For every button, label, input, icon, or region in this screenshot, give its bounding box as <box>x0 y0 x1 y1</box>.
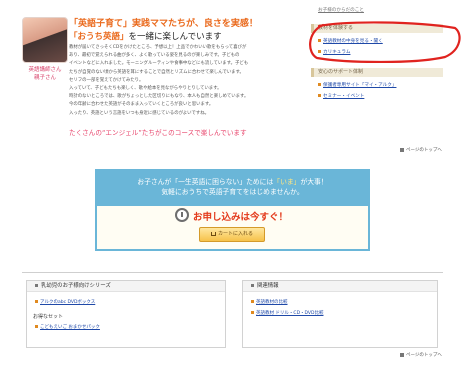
sidebar-partial-label: お子様のからだのこと <box>318 8 364 13</box>
bullet-icon <box>251 311 254 314</box>
page-top-label: ページのトップへ <box>406 353 442 358</box>
value-pack-link-label: こどもえいご おまかせパック <box>40 325 100 330</box>
intro-sub-rest: を一緒に楽しんでいます <box>128 32 222 42</box>
testimonial-body: 教材が届いてさっそくCDをかけたところ、予想以上！上品でかわいい歌をもらって喜び… <box>69 44 281 118</box>
cta-line-2: 気軽におうちで英語子育てをはじめませんか。 <box>161 188 304 196</box>
sidebar-link-myalc-label: 保護者専用サイト「マイ・アルク」 <box>323 83 397 88</box>
testimonial-line: セリフの一部を覚えてかけてみたり。 <box>69 77 144 83</box>
mother-child-photo <box>22 17 68 63</box>
dvd-box-link[interactable]: アルクのabc DVDボックス <box>35 299 95 305</box>
angels-note: たくさんの“エンジェル”たちがこのコースで楽しんでいます <box>69 129 247 137</box>
cta-line-1-post: が大事！ <box>300 178 328 186</box>
add-to-cart-label: カートに入れる <box>217 231 253 237</box>
signup-cta-box: お子さんが「一生英語に困らない」ためには「いま」が大事！ 気軽におうちで英語子育… <box>95 169 370 251</box>
cta-title: お申し込みは今すぐ！ <box>193 212 289 223</box>
bullet-icon <box>35 284 38 287</box>
compare-drill-link-label: 英語教材 ドリル・CD・DVD比較 <box>256 311 324 316</box>
series-box-header: 乳幼児のお子様向けシリーズ <box>27 281 225 292</box>
compare-materials-link-label: 英語教材の比較 <box>256 300 288 305</box>
cta-line-1-emphasis: 「いま」 <box>273 178 301 186</box>
intro-sub-highlight: 「おうち英語」 <box>69 32 129 42</box>
bullet-icon <box>35 300 38 303</box>
photo-caption-line-1: 英語講師さん <box>28 67 62 73</box>
bullet-icon <box>35 325 38 328</box>
page-top-link[interactable]: ページのトップへ <box>400 352 442 358</box>
clock-icon <box>175 208 189 222</box>
value-pack-link[interactable]: こどもえいご おまかせパック <box>35 324 100 330</box>
cta-line-1-pre: お子さんが「一生英語に困らない」ためには <box>137 178 274 186</box>
photo-caption: 英語講師さん 親子さん <box>14 66 76 82</box>
bullet-icon <box>251 300 254 303</box>
red-annotation-circle <box>309 21 461 63</box>
cart-icon <box>210 231 216 236</box>
compare-materials-link[interactable]: 英語教材の比較 <box>251 299 288 305</box>
sidebar-support-header: 安心のサポート体制 <box>311 68 443 77</box>
bullet-icon <box>318 94 321 97</box>
testimonial-line: イベントなどに入れました。モーニングルーティンや食事中などにも流しています。子ど… <box>69 61 249 67</box>
add-to-cart-button[interactable]: カートに入れる <box>199 227 265 242</box>
related-info-box: 関連情報 英語教材の比較 英語教材 ドリル・CD・DVD比較 <box>242 280 438 348</box>
photo-caption-line-2: 親子さん <box>33 75 56 81</box>
testimonial-line: 教材が届いてさっそくCDをかけたところ、予想以上！上品でかわいい歌をもらって喜び… <box>69 45 247 50</box>
sidebar-link-myalc[interactable]: 保護者専用サイト「マイ・アルク」 <box>318 82 396 88</box>
bullet-icon <box>251 284 254 287</box>
arrow-up-icon <box>400 147 404 152</box>
dvd-box-link-label: アルクのabc DVDボックス <box>40 300 96 305</box>
related-info-header: 関連情報 <box>243 281 437 292</box>
testimonial-line: たちが自覚のない頃から英語を耳にすることで自然とリズムに合わせて楽しんでいます。 <box>69 69 244 75</box>
compare-drill-link[interactable]: 英語教材 ドリル・CD・DVD比較 <box>251 310 323 316</box>
intro-subheading: 「おうち英語」を一緒に楽しんでいます <box>69 30 222 42</box>
bullet-icon <box>318 83 321 86</box>
sidebar-link-seminar-label: セミナー・イベント <box>323 94 365 99</box>
testimonial-line: あり、最初で覚えられる曲が多く、よく歌っている姿を見るのが楽しみです。子どもの <box>69 53 240 59</box>
sidebar-link-seminar[interactable]: セミナー・イベント <box>318 93 364 99</box>
related-info-title: 関連情報 <box>257 283 279 289</box>
page-top-label: ページのトップへ <box>406 148 442 153</box>
testimonial-line: 今の年齢に合わせた英語がそのまま入っていくところが良いと思います。 <box>69 102 214 108</box>
section-divider <box>22 272 443 273</box>
sidebar-partial-link[interactable]: お子様のからだのこと <box>318 7 364 13</box>
cta-banner: お子さんが「一生英語に困らない」ためには「いま」が大事！ 気軽におうちで英語子育… <box>97 171 368 206</box>
arrow-up-icon <box>400 352 404 357</box>
series-box-title: 乳幼児のお子様向けシリーズ <box>41 283 111 289</box>
page-top-link[interactable]: ページのトップへ <box>400 147 442 153</box>
cta-line-1: お子さんが「一生英語に困らない」ためには「いま」が大事！ <box>97 177 368 187</box>
testimonial-line: 入っていて、子どもたちも楽しく、歌や絵本を見ながらやりとりしています。 <box>69 86 222 92</box>
testimonial-line: 時計のないところでは、歌がちょっとした区切りにもなり、本人も自然と楽しめています… <box>69 94 249 100</box>
intro-headline: 「英語子育て」実践ママたちが、良さを実感！ <box>69 19 258 29</box>
testimonial-line: 入ったり、英語という言語をいつも身近に感じているのがよいですね。 <box>69 110 209 116</box>
series-box: 乳幼児のお子様向けシリーズ アルクのabc DVDボックス お得なセット こども… <box>26 280 226 348</box>
value-set-subtitle: お得なセット <box>33 314 64 320</box>
